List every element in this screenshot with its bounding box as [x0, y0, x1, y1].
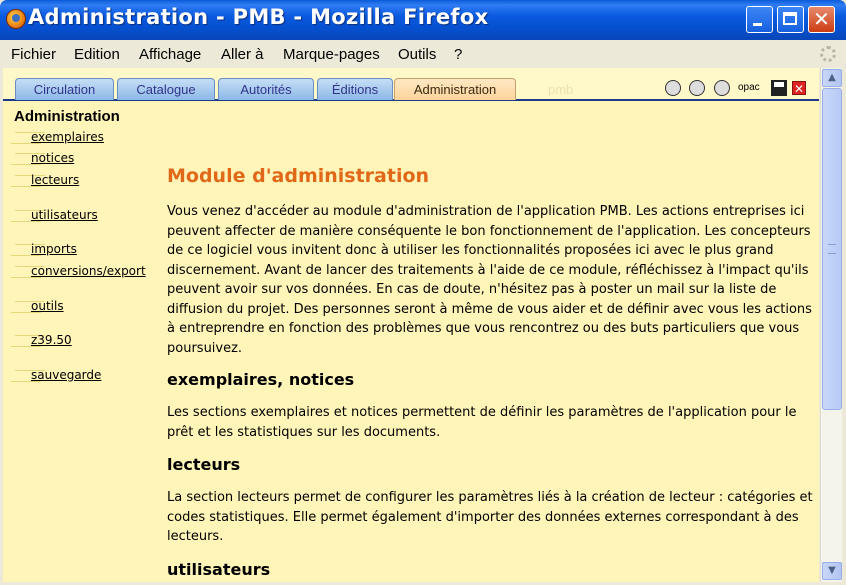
title-bar[interactable]: Administration - PMB - Mozilla Firefox ✕	[0, 0, 846, 40]
tab-catalogue[interactable]: Catalogue	[117, 78, 215, 100]
page-content: Circulation Catalogue Autorités Éditions…	[3, 68, 819, 582]
window-title: Administration - PMB - Mozilla Firefox	[28, 5, 489, 29]
maximize-button[interactable]	[777, 6, 804, 33]
menu-affichage[interactable]: Affichage	[139, 46, 201, 63]
menu-fichier[interactable]: Fichier	[11, 46, 56, 63]
section-text: La section lecteurs permet de configurer…	[167, 490, 813, 544]
page-title: Module d'administration	[167, 165, 430, 187]
sidebar-link-z3950[interactable]: z39.50	[31, 333, 72, 347]
menu-marque-pages[interactable]: Marque-pages	[283, 46, 380, 63]
menu-bar: Fichier Edition Affichage Aller à Marque…	[3, 40, 843, 68]
tab-circulation[interactable]: Circulation	[15, 78, 114, 100]
sidebar-link-lecteurs[interactable]: lecteurs	[31, 173, 79, 187]
scroll-down-button[interactable]: ▼	[822, 562, 842, 580]
help-icon[interactable]	[689, 80, 705, 96]
section-title: exemplaires, notices	[167, 370, 355, 389]
sidebar-link-sauvegarde[interactable]: sauvegarde	[31, 368, 101, 382]
menu-aller-a[interactable]: Aller à	[221, 46, 264, 63]
hourglass-icon[interactable]	[665, 80, 681, 96]
section-title: utilisateurs	[167, 560, 271, 579]
close-icon[interactable]: ✕	[792, 81, 806, 96]
sidebar-link-exemplaires[interactable]: exemplaires	[31, 130, 104, 144]
sidebar-link-imports[interactable]: imports	[31, 242, 77, 256]
scroll-up-button[interactable]: ▲	[822, 69, 842, 87]
section-title: lecteurs	[167, 455, 241, 474]
tab-autorites[interactable]: Autorités	[218, 78, 314, 100]
opac-icon[interactable]: opac	[738, 80, 762, 96]
tab-administration[interactable]: Administration	[394, 78, 516, 100]
scroll-thumb[interactable]	[822, 88, 842, 410]
sidebar-link-conversions-export[interactable]: conversions/export	[31, 264, 146, 278]
sidebar-title: Administration	[14, 108, 120, 125]
close-icon: ✕	[813, 7, 830, 31]
sidebar-link-utilisateurs[interactable]: utilisateurs	[31, 208, 98, 222]
vertical-scrollbar[interactable]: ▲ ▼	[820, 68, 842, 582]
pmb-watermark: pmb	[548, 82, 574, 97]
sidebar-link-notices[interactable]: notices	[31, 151, 74, 165]
sidebar-link-outils[interactable]: outils	[31, 299, 64, 313]
minimize-button[interactable]	[746, 6, 773, 33]
throbber-icon	[820, 46, 836, 62]
intro-paragraph: Vous venez d'accéder au module d'adminis…	[167, 204, 812, 356]
section-text: Les sections exemplaires et notices perm…	[167, 405, 797, 440]
menu-outils[interactable]: Outils	[398, 46, 436, 63]
tab-editions[interactable]: Éditions	[317, 78, 393, 100]
menu-help[interactable]: ?	[454, 46, 462, 63]
menu-edition[interactable]: Edition	[74, 46, 120, 63]
gear-icon[interactable]	[714, 80, 730, 96]
close-button[interactable]: ✕	[808, 6, 835, 33]
save-icon[interactable]	[771, 80, 787, 96]
firefox-icon[interactable]	[6, 9, 26, 29]
tab-bar: Circulation Catalogue Autorités Éditions…	[3, 68, 819, 101]
sidebar: Administration exemplaires notices lecte…	[3, 101, 153, 582]
